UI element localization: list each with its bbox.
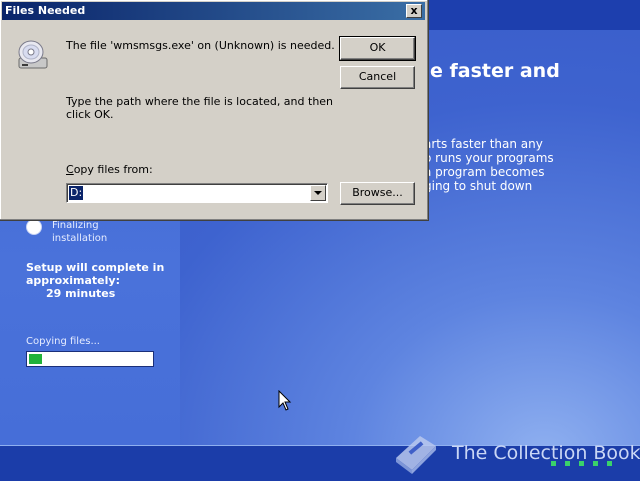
cancel-button[interactable]: Cancel	[340, 66, 415, 89]
setup-description-line: arts faster than any	[424, 137, 543, 151]
time-remaining-minutes: 29 minutes	[46, 287, 116, 300]
time-remaining-line: Setup will complete in	[26, 261, 165, 274]
copying-files-label: Copying files...	[26, 336, 100, 347]
copy-files-from-value[interactable]: D:	[69, 186, 84, 200]
copy-progress-bar	[26, 351, 154, 367]
setup-description-line: o runs your programs	[424, 151, 554, 165]
ok-button[interactable]: OK	[339, 36, 416, 61]
copy-files-from-combobox[interactable]: D:	[66, 183, 328, 203]
copy-progress-fill	[29, 354, 42, 364]
chevron-down-icon	[314, 191, 322, 195]
needed-file-message: The file 'wmsmsgs.exe' on (Unknown) is n…	[66, 39, 335, 52]
setup-description-line: ging to shut down	[424, 179, 533, 193]
setup-description: arts faster than any o runs your program…	[424, 137, 634, 193]
close-icon: x	[410, 4, 418, 17]
path-instruction: Type the path where the file is located,…	[66, 95, 334, 121]
accelerator-key: C	[66, 163, 74, 176]
step-label-line: installation	[52, 233, 108, 244]
files-needed-dialog: Files Needed x The file 'wmsmsgs.exe' on…	[0, 0, 429, 221]
setup-description-line: a program becomes	[424, 165, 545, 179]
combo-dropdown-button[interactable]	[310, 185, 326, 201]
dialog-titlebar[interactable]: Files Needed x	[2, 2, 425, 20]
copy-files-from-text: opy files from:	[73, 163, 153, 176]
logo-dot	[593, 461, 598, 466]
close-button[interactable]: x	[406, 4, 422, 18]
cd-drive-icon	[18, 40, 48, 69]
logo-dot	[551, 461, 556, 466]
step-finalizing-installation: Finalizing installation	[52, 219, 107, 245]
watermark: The Collection Book	[390, 432, 640, 474]
book-icon	[396, 436, 436, 474]
setup-headline: e faster and	[430, 60, 560, 82]
step-bullet-icon	[26, 219, 42, 235]
time-remaining-line: approximately:	[26, 274, 120, 287]
copy-files-from-label: Copy files from:	[66, 163, 153, 176]
logo-dot	[565, 461, 570, 466]
time-remaining: Setup will complete in approximately: 29…	[26, 261, 164, 300]
mouse-cursor-icon	[278, 390, 292, 411]
browse-button[interactable]: Browse...	[340, 182, 415, 205]
logo-dot	[579, 461, 584, 466]
dialog-title: Files Needed	[5, 4, 86, 17]
logo-dot	[607, 461, 612, 466]
